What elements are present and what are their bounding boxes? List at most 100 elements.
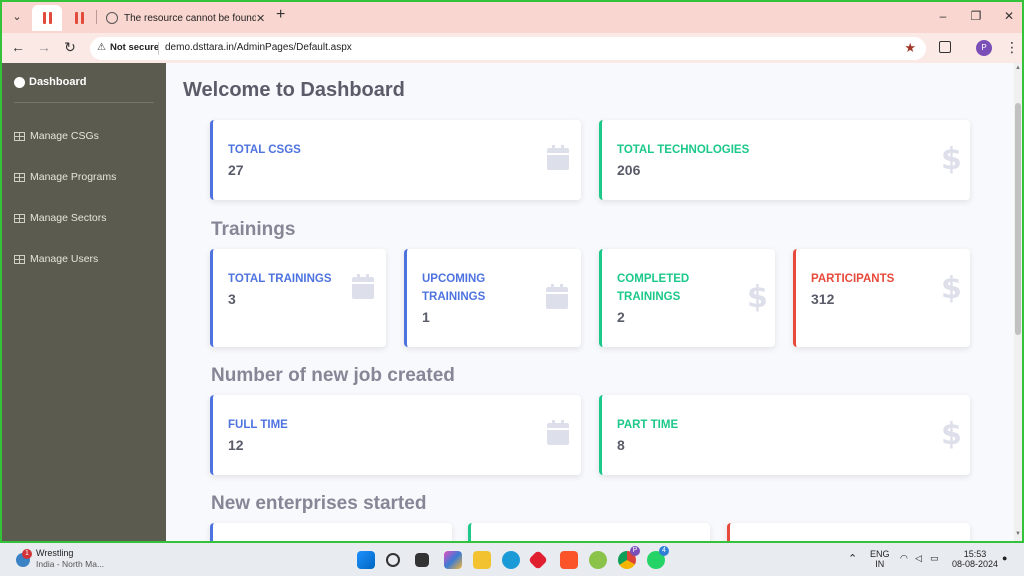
extensions-icon[interactable] bbox=[939, 41, 951, 53]
table-icon bbox=[14, 172, 25, 182]
tray-chevron-icon[interactable]: ⌃ bbox=[848, 552, 857, 565]
card-value: 206 bbox=[617, 162, 641, 178]
card-full-time: FULL TIME 12 bbox=[210, 395, 581, 475]
main-content: Welcome to Dashboard TOTAL CSGS 27 TOTAL… bbox=[166, 63, 1014, 541]
pinned-tab-2[interactable] bbox=[64, 5, 94, 31]
file-explorer-icon[interactable] bbox=[473, 551, 491, 569]
card-label: TOTAL CSGS bbox=[228, 144, 301, 156]
globe-icon bbox=[106, 12, 118, 24]
wifi-icon[interactable]: ◠ bbox=[900, 553, 908, 564]
tab-separator bbox=[96, 10, 97, 24]
sidebar: Dashboard Manage CSGs Manage Programs Ma… bbox=[2, 63, 166, 541]
qbittorrent-icon[interactable] bbox=[589, 551, 607, 569]
sidebar-item-label: Manage Sectors bbox=[30, 212, 107, 224]
page-title: Welcome to Dashboard bbox=[183, 79, 405, 101]
forward-icon[interactable]: → bbox=[36, 39, 52, 55]
dashboard-gauge-icon bbox=[14, 76, 25, 88]
bookmark-star-icon[interactable]: ★ bbox=[904, 40, 916, 56]
page-viewport: Dashboard Manage CSGs Manage Programs Ma… bbox=[2, 63, 1022, 541]
copilot-icon[interactable] bbox=[444, 551, 462, 569]
brave-browser-icon[interactable] bbox=[560, 551, 578, 569]
card-value: 12 bbox=[228, 437, 244, 453]
card-upcoming-trainings: UPCOMING TRAININGS 1 bbox=[404, 249, 581, 347]
minimize-button[interactable]: – bbox=[935, 9, 951, 23]
card-value: 312 bbox=[811, 291, 835, 307]
card-value: 1 bbox=[422, 309, 430, 325]
windows-taskbar: 1 Wrestling India - North Ma... P 4 ⌃ EN… bbox=[0, 543, 1024, 576]
security-chip[interactable]: Not secure bbox=[110, 42, 159, 53]
card-part-time: PART TIME 8 $ bbox=[599, 395, 970, 475]
scroll-down-icon[interactable]: ▼ bbox=[1015, 531, 1021, 537]
card-total-technologies: TOTAL TECHNOLOGIES 206 $ bbox=[599, 120, 970, 200]
pause-icon bbox=[75, 12, 84, 24]
dollar-icon: $ bbox=[941, 271, 962, 306]
page-scrollbar[interactable]: ▲ ▼ bbox=[1014, 63, 1022, 541]
sidebar-item-label: Manage Users bbox=[30, 253, 99, 265]
search-icon[interactable] bbox=[386, 553, 400, 567]
app-red-icon[interactable] bbox=[528, 550, 548, 570]
start-windows-icon[interactable] bbox=[357, 551, 375, 569]
store-icon[interactable] bbox=[502, 551, 520, 569]
clock[interactable]: 15:53 08-08-2024 bbox=[952, 549, 998, 569]
weather-title: Wrestling bbox=[36, 548, 74, 558]
menu-kebab-icon[interactable]: ⋮ bbox=[1005, 39, 1019, 56]
notification-badge: 1 bbox=[22, 549, 32, 559]
dollar-icon: $ bbox=[941, 142, 962, 177]
section-title-trainings: Trainings bbox=[211, 219, 296, 240]
dollar-icon: $ bbox=[747, 280, 768, 315]
card-enterprise-3 bbox=[727, 523, 970, 541]
card-value: 2 bbox=[617, 309, 625, 325]
whatsapp-badge: 4 bbox=[659, 546, 669, 556]
language-indicator[interactable]: ENG IN bbox=[870, 549, 890, 569]
dollar-icon: $ bbox=[941, 417, 962, 452]
tab-close-icon[interactable]: ✕ bbox=[256, 12, 265, 25]
card-value: 8 bbox=[617, 437, 625, 453]
calendar-icon bbox=[546, 284, 568, 309]
card-label: TOTAL TECHNOLOGIES bbox=[617, 144, 750, 156]
browser-toolbar: ← → ↻ ⚠ Not secure demo.dsttara.in/Admin… bbox=[2, 33, 1022, 63]
weather-icon: 1 bbox=[16, 549, 32, 567]
profile-avatar[interactable]: P bbox=[976, 40, 992, 56]
card-label: TOTAL TRAININGS bbox=[228, 273, 332, 285]
chrome-icon[interactable]: P bbox=[618, 546, 640, 569]
weather-widget[interactable]: 1 Wrestling India - North Ma... bbox=[16, 548, 104, 569]
whatsapp-icon[interactable]: 4 bbox=[647, 546, 669, 569]
reload-icon[interactable]: ↻ bbox=[62, 39, 78, 56]
restore-button[interactable]: ❐ bbox=[968, 9, 984, 23]
table-icon bbox=[14, 131, 25, 141]
sidebar-item-manage-programs[interactable]: Manage Programs bbox=[14, 171, 116, 183]
scrollbar-thumb[interactable] bbox=[1015, 103, 1021, 335]
scroll-up-icon[interactable]: ▲ bbox=[1015, 65, 1021, 71]
battery-icon[interactable]: ▭ bbox=[930, 553, 939, 564]
tab-resource-not-found[interactable]: The resource cannot be found. ✕ bbox=[100, 5, 270, 31]
card-total-trainings: TOTAL TRAININGS 3 bbox=[210, 249, 386, 347]
tab-title: The resource cannot be found. bbox=[124, 12, 256, 24]
tab-search-chevron-icon[interactable]: ⌄ bbox=[8, 8, 26, 26]
pinned-tab-1[interactable] bbox=[32, 5, 62, 31]
card-value: 27 bbox=[228, 162, 244, 178]
calendar-icon bbox=[352, 274, 374, 299]
card-label: UPCOMING TRAININGS bbox=[422, 273, 486, 303]
card-completed-trainings: COMPLETED TRAININGS 2 $ bbox=[599, 249, 775, 347]
lang-line2: IN bbox=[875, 559, 885, 569]
back-icon[interactable]: ← bbox=[10, 39, 26, 55]
sidebar-item-label: Manage Programs bbox=[30, 171, 117, 183]
close-window-button[interactable]: ✕ bbox=[1001, 9, 1017, 23]
sidebar-item-manage-users[interactable]: Manage Users bbox=[14, 253, 98, 265]
url-text[interactable]: demo.dsttara.in/AdminPages/Default.aspx bbox=[165, 42, 352, 53]
weather-subtitle: India - North Ma... bbox=[36, 559, 105, 569]
sidebar-item-dashboard[interactable]: Dashboard bbox=[14, 76, 86, 88]
sidebar-item-manage-sectors[interactable]: Manage Sectors bbox=[14, 212, 106, 224]
sidebar-item-label: Dashboard bbox=[29, 76, 87, 88]
address-bar[interactable]: ⚠ Not secure demo.dsttara.in/AdminPages/… bbox=[90, 37, 926, 60]
lang-line1: ENG bbox=[870, 549, 890, 559]
sidebar-item-manage-csgs[interactable]: Manage CSGs bbox=[14, 130, 99, 142]
task-view-icon[interactable] bbox=[415, 553, 429, 567]
volume-icon[interactable]: ◁ bbox=[915, 553, 922, 564]
browser-window: ⌄ The resource cannot be found. ✕ + – ❐ … bbox=[0, 0, 1024, 543]
tab-strip: ⌄ The resource cannot be found. ✕ + – ❐ … bbox=[2, 2, 1022, 33]
pause-icon bbox=[43, 12, 52, 24]
notification-bell-icon[interactable]: ● bbox=[1002, 553, 1007, 563]
new-tab-button[interactable]: + bbox=[276, 6, 285, 24]
card-label: COMPLETED TRAININGS bbox=[617, 273, 690, 303]
